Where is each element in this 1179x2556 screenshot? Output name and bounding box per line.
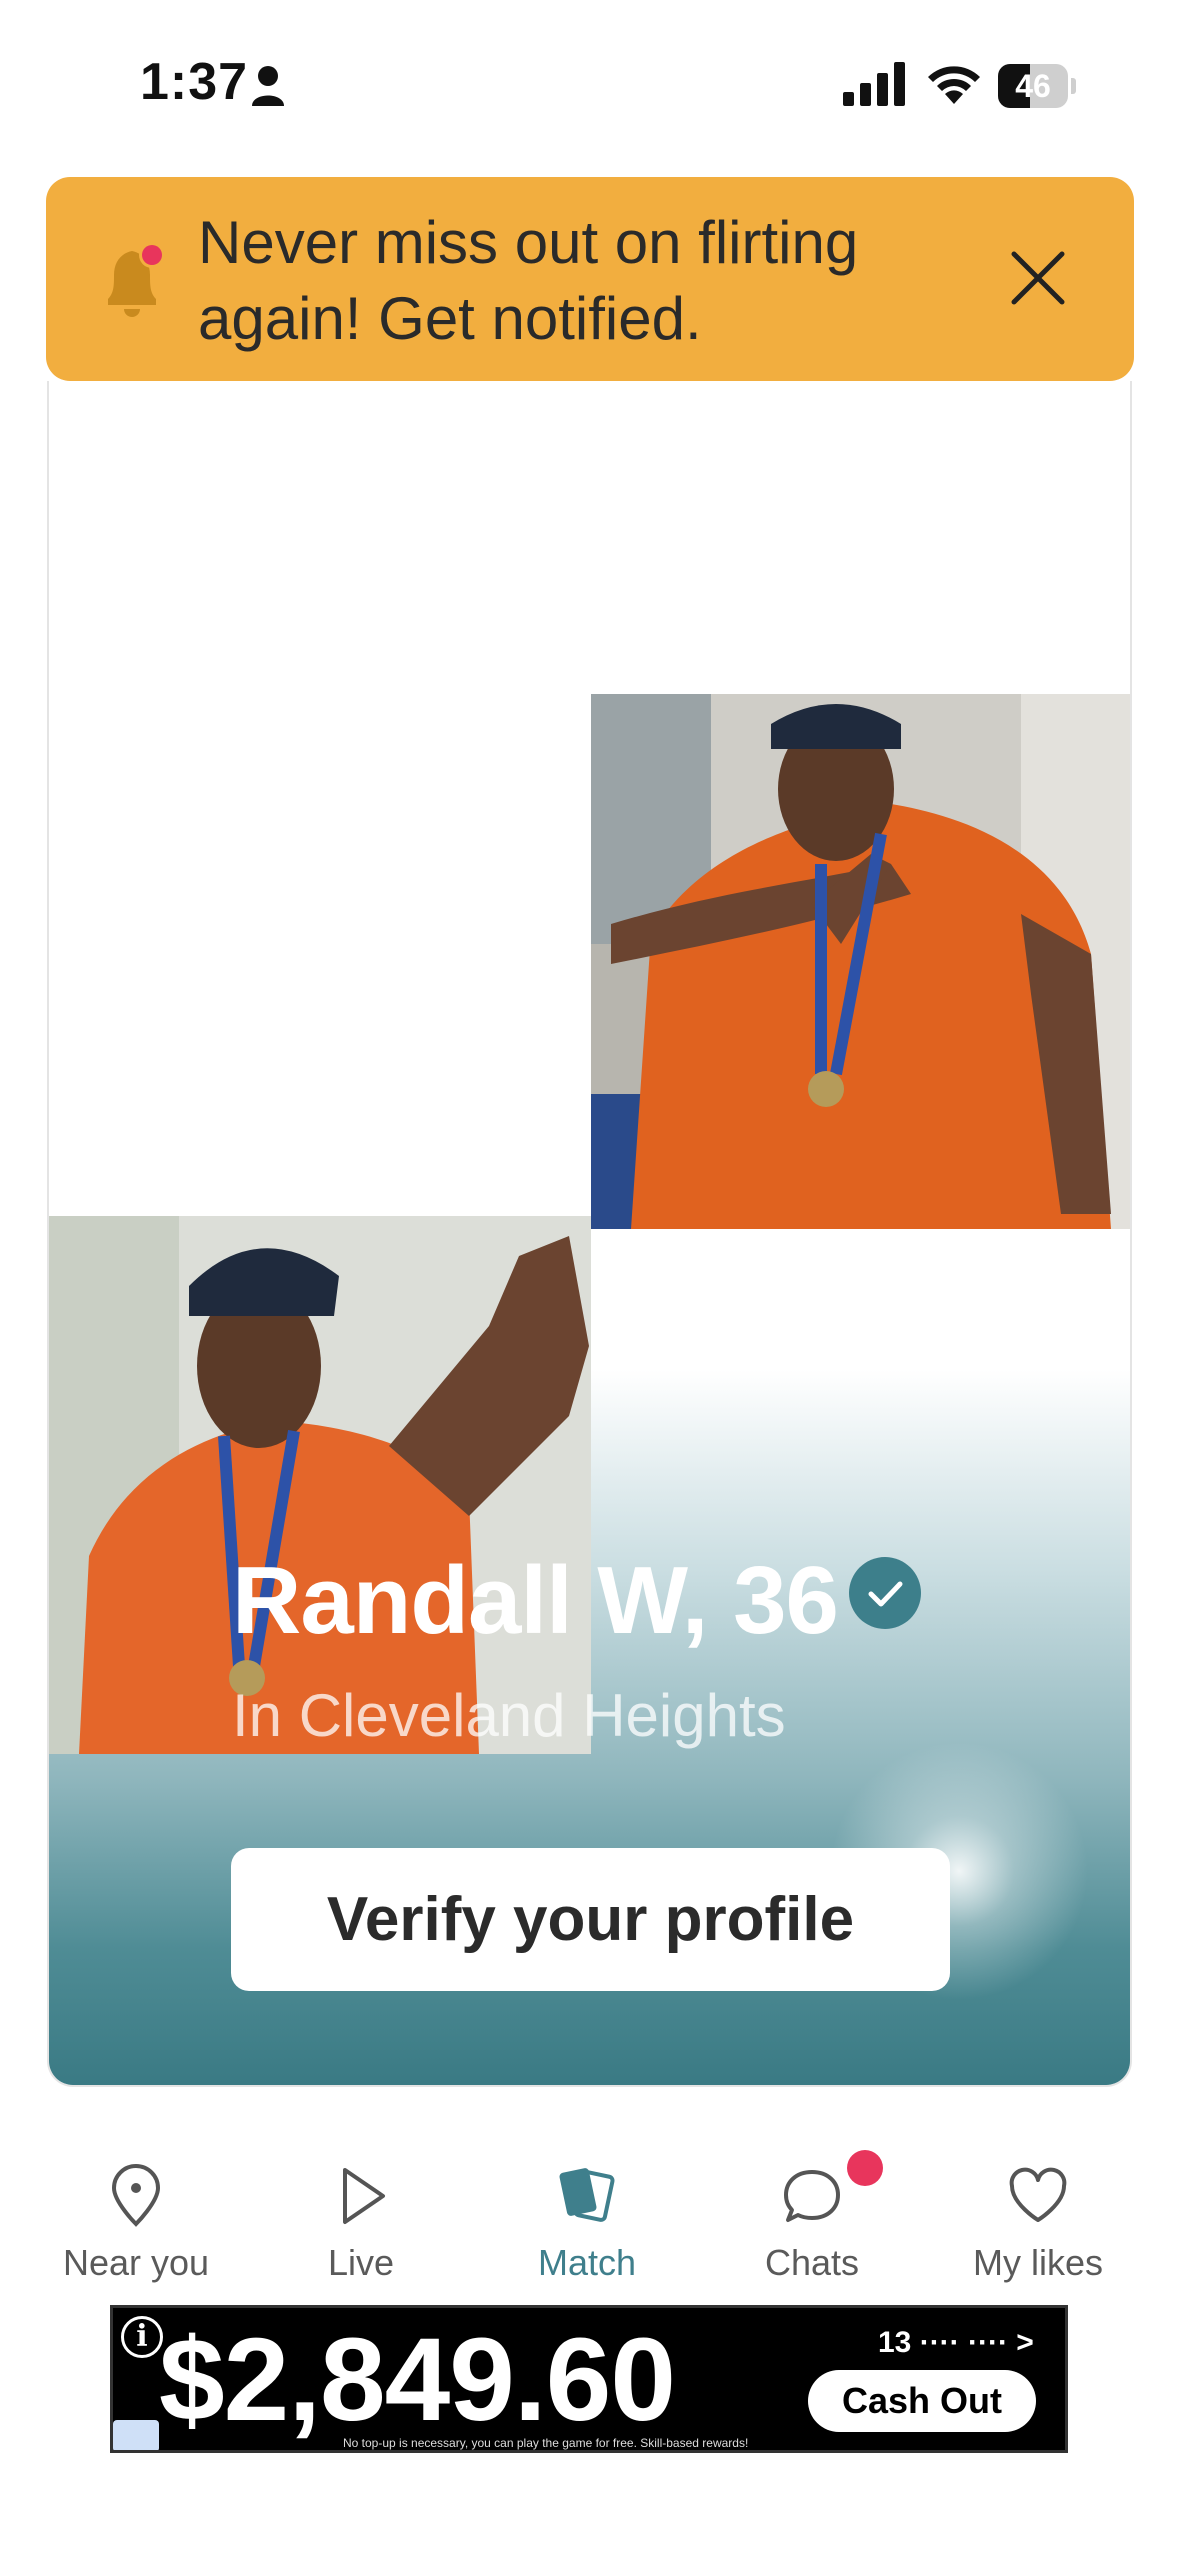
profile-photo-2[interactable] [49, 1216, 591, 1754]
status-time: 1:37 [140, 53, 249, 111]
nav-my-likes[interactable]: My likes [938, 2150, 1138, 2300]
battery-icon: 46 [998, 64, 1076, 108]
ad-banner[interactable]: i $2,849.60 13 ···· ···· > Cash Out No t… [110, 2305, 1068, 2453]
ad-amount: $2,849.60 [159, 2314, 676, 2446]
status-bar: 1:37 46 [0, 0, 1179, 170]
cards-icon [559, 2168, 615, 2222]
nav-match[interactable]: Match [487, 2150, 687, 2300]
ad-choices-icon[interactable] [113, 2420, 159, 2450]
verify-profile-button[interactable]: Verify your profile [231, 1848, 950, 1991]
ad-cash-out-button[interactable]: Cash Out [808, 2370, 1036, 2432]
profile-name: Randall W, 36 [232, 1547, 839, 1654]
bell-icon [108, 242, 165, 317]
ad-code: 13 ···· ···· > [878, 2326, 1034, 2359]
profile-photo-1[interactable] [591, 694, 1130, 1229]
nav-label-chats: Chats [764, 2242, 860, 2283]
nav-chats[interactable]: Chats [712, 2150, 912, 2300]
location-pin-icon [111, 2164, 161, 2227]
ad-disclaimer: No top-up is necessary, you can play the… [343, 2436, 749, 2450]
bottom-nav: Near you Live Match Chats My likes [0, 2150, 1179, 2300]
chats-notification-badge [847, 2150, 883, 2186]
play-icon [343, 2168, 385, 2224]
profile-location: In Cleveland Heights [232, 1682, 786, 1749]
chat-bubble-icon [784, 2170, 840, 2222]
heart-icon [1009, 2167, 1067, 2222]
nav-label-match: Match [537, 2242, 637, 2283]
notification-banner[interactable]: Never miss out on flirting again! Get no… [46, 177, 1134, 381]
banner-text: Never miss out on flirting again! Get no… [198, 209, 859, 352]
profile-card[interactable]: Randall W, 36 In Cleveland Heights Verif… [47, 381, 1132, 2087]
nav-label-my-likes: My likes [972, 2242, 1103, 2283]
ad-info-icon[interactable]: i [121, 2316, 163, 2358]
battery-level: 46 [1015, 68, 1051, 104]
signal-icon [843, 62, 905, 106]
nav-label-near-you: Near you [62, 2242, 210, 2283]
nav-live[interactable]: Live [261, 2150, 461, 2300]
nav-label-live: Live [327, 2242, 395, 2283]
person-icon [252, 66, 284, 106]
nav-near-you[interactable]: Near you [36, 2150, 236, 2300]
verified-check-icon [849, 1557, 921, 1629]
close-icon[interactable] [1002, 242, 1074, 314]
wifi-icon [928, 66, 980, 104]
